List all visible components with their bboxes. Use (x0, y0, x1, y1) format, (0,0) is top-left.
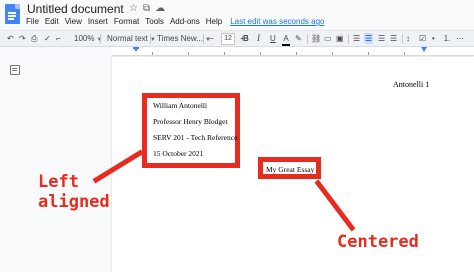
ruler-tick (152, 52, 153, 55)
outline-line (12, 70, 17, 71)
highlight-icon[interactable]: ✎ (295, 33, 302, 44)
move-folder-icon[interactable]: ⧉ (143, 3, 150, 14)
decrease-font-size-button[interactable]: − (209, 33, 214, 44)
first-line-indent-marker[interactable] (133, 47, 139, 49)
document-outline-icon[interactable] (10, 65, 20, 75)
numbered-list-icon[interactable]: ⒈ (443, 33, 451, 44)
professor-name[interactable]: Professor Henry Blodget (153, 117, 228, 126)
right-margin-marker[interactable] (421, 47, 427, 52)
divider (150, 34, 151, 44)
divider (348, 34, 349, 44)
ruler-tick (260, 52, 261, 55)
left-aligned-label: Left aligned (38, 172, 110, 212)
style-value: Normal text (107, 34, 148, 43)
menu-edit[interactable]: Edit (45, 17, 59, 26)
text-color-letter: A (283, 34, 289, 43)
menu-insert[interactable]: Insert (88, 17, 108, 26)
zoom-value: 100% (74, 34, 95, 43)
heading-block-highlight: William Antonelli Professor Henry Blodge… (142, 93, 240, 168)
bold-button[interactable]: B (243, 33, 249, 44)
redo-icon[interactable]: ↷ (19, 33, 26, 44)
last-edit-link[interactable]: Last edit was seconds ago (230, 17, 324, 26)
menu-view[interactable]: View (65, 17, 82, 26)
cloud-status-icon[interactable]: ☁ (155, 3, 165, 14)
style-select[interactable]: Normal text ▼ (107, 33, 156, 46)
centered-label: Centered (337, 232, 419, 252)
essay-date[interactable]: 15 October 2021 (153, 149, 203, 158)
left-aligned-line-1: Left (38, 172, 79, 192)
italic-button[interactable]: I (257, 33, 260, 44)
print-icon[interactable]: ⎙ (31, 33, 37, 44)
ruler-tick (296, 52, 297, 55)
ruler-tick (332, 52, 333, 55)
divider (307, 34, 308, 44)
zoom-select[interactable]: 100%▼ (74, 33, 102, 46)
menu-file[interactable]: File (26, 17, 39, 26)
left-aligned-line-2: aligned (38, 192, 110, 212)
underline-button[interactable]: U (270, 33, 276, 44)
align-left-icon[interactable]: ☰ (353, 33, 360, 44)
menu-bar: File Edit View Insert Format Tools Add-o… (26, 17, 324, 26)
justify-icon[interactable]: ☰ (390, 33, 397, 44)
ruler[interactable] (112, 47, 474, 56)
menu-tools[interactable]: Tools (145, 17, 164, 26)
align-right-icon[interactable]: ☰ (378, 33, 385, 44)
comment-icon[interactable]: ▭ (324, 33, 332, 44)
essay-title-highlight: My Great Essay (258, 157, 321, 179)
color-swatch (282, 44, 290, 46)
font-size-input[interactable]: 12 (221, 33, 235, 45)
divider (402, 34, 403, 44)
outline-line (12, 68, 17, 69)
menu-help[interactable]: Help (206, 17, 222, 26)
course-name[interactable]: SERV 201 - Tech Reference (153, 133, 237, 142)
ruler-tick (368, 52, 369, 55)
page-header-text[interactable]: Antonelli 1 (393, 80, 429, 89)
docs-logo-icon[interactable] (5, 4, 20, 24)
checklist-icon[interactable]: ☑ (419, 33, 426, 44)
align-center-icon[interactable]: ☰ (364, 33, 374, 44)
link-icon[interactable]: ⛓ (311, 33, 321, 44)
ruler-tick (224, 52, 225, 55)
toolbar: ↶ ↷ ⎙ ✓ ⌐ 100%▼ Normal text▼ Times New..… (0, 30, 474, 47)
author-name[interactable]: William Antonelli (153, 101, 207, 110)
divider (100, 34, 101, 44)
image-icon[interactable]: ▣ (336, 33, 344, 44)
spellcheck-icon[interactable]: ✓ (44, 33, 51, 44)
line-spacing-icon[interactable]: ↕ (406, 33, 410, 44)
menu-format[interactable]: Format (114, 17, 139, 26)
star-icon[interactable]: ☆ (129, 3, 138, 14)
ruler-tick (404, 52, 405, 55)
menu-addons[interactable]: Add-ons (170, 17, 200, 26)
more-options-icon[interactable]: ⋯ (456, 33, 464, 44)
paint-format-icon[interactable]: ⌐ (56, 33, 61, 44)
font-value: Times New... (157, 34, 203, 43)
undo-icon[interactable]: ↶ (7, 33, 14, 44)
text-color-button[interactable]: A (282, 33, 290, 46)
title-actions: ☆ ⧉ ☁ (129, 3, 170, 14)
divider (203, 34, 204, 44)
bulleted-list-icon[interactable]: • (432, 33, 435, 44)
ruler-tick (188, 52, 189, 55)
essay-title[interactable]: My Great Essay (266, 165, 314, 174)
document-title[interactable]: Untitled document (27, 2, 124, 16)
